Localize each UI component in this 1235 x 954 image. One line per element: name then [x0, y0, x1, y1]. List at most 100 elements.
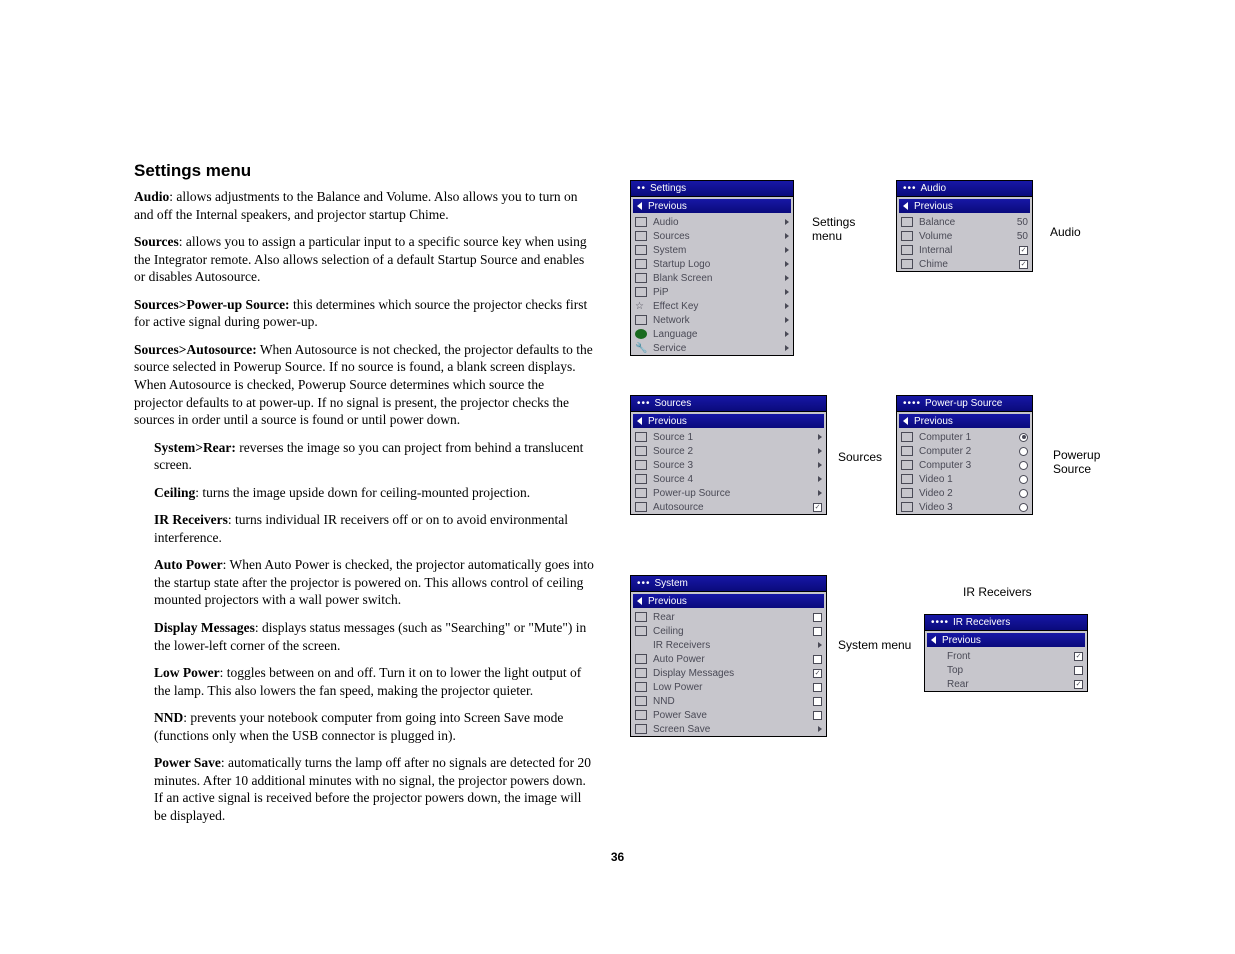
menu-item[interactable]: IR Receivers [631, 638, 826, 652]
caption-audio: Audio [1050, 225, 1081, 239]
checkbox[interactable]: ✓ [1019, 260, 1028, 269]
radio[interactable] [1019, 503, 1028, 512]
menu-item[interactable]: Power-up Source [631, 486, 826, 500]
menu-item[interactable]: Top [925, 663, 1087, 677]
menu-item[interactable]: PiP [631, 285, 793, 299]
menu-item[interactable]: Internal✓ [897, 243, 1032, 257]
menu-item[interactable]: Low Power [631, 680, 826, 694]
menu-item[interactable]: Front✓ [925, 649, 1087, 663]
effect-icon: ☆ [635, 301, 647, 311]
left-arrow-icon [903, 202, 908, 210]
arrow-icon [785, 261, 789, 267]
page-title: Settings menu [134, 160, 594, 182]
menu-item[interactable]: Auto Power [631, 652, 826, 666]
menu-item[interactable]: Source 4 [631, 472, 826, 486]
messages-icon [635, 668, 647, 678]
radio[interactable] [1019, 489, 1028, 498]
powersave-icon [635, 710, 647, 720]
menu-item[interactable]: Source 2 [631, 444, 826, 458]
menu-item[interactable]: Autosource✓ [631, 500, 826, 514]
menu-item[interactable]: Computer 1 [897, 430, 1032, 444]
checkbox[interactable] [813, 655, 822, 664]
previous-item[interactable]: Previous [633, 594, 824, 608]
menu-item[interactable]: Screen Save [631, 722, 826, 736]
arrow-icon [818, 434, 822, 440]
menu-item[interactable]: Audio [631, 215, 793, 229]
left-arrow-icon [637, 202, 642, 210]
network-icon [635, 315, 647, 325]
menu-item[interactable]: Display Messages✓ [631, 666, 826, 680]
logo-icon [635, 259, 647, 269]
radio[interactable] [1019, 475, 1028, 484]
menu-item[interactable]: NND [631, 694, 826, 708]
page-number: 36 [0, 850, 1235, 864]
menu-item[interactable]: Ceiling [631, 624, 826, 638]
menu-item[interactable]: Blank Screen [631, 271, 793, 285]
menu-item[interactable]: Startup Logo [631, 257, 793, 271]
checkbox[interactable]: ✓ [1074, 680, 1083, 689]
checkbox[interactable] [813, 627, 822, 636]
arrow-icon [785, 233, 789, 239]
menu-item[interactable]: Source 1 [631, 430, 826, 444]
caption-sources: Sources [838, 450, 882, 464]
video-icon [901, 474, 913, 484]
menu-item[interactable]: Sources [631, 229, 793, 243]
checkbox[interactable]: ✓ [813, 503, 822, 512]
source-icon [635, 446, 647, 456]
autosource-icon [635, 502, 647, 512]
video-icon [901, 488, 913, 498]
arrow-icon [818, 726, 822, 732]
menu-item[interactable]: Video 1 [897, 472, 1032, 486]
checkbox[interactable] [813, 697, 822, 706]
menu-item[interactable]: Balance50 [897, 215, 1032, 229]
checkbox[interactable] [813, 683, 822, 692]
arrow-icon [818, 490, 822, 496]
arrow-icon [818, 642, 822, 648]
arrow-icon [785, 317, 789, 323]
menu-item[interactable]: Video 2 [897, 486, 1032, 500]
menu-item[interactable]: 🔧Service [631, 341, 793, 355]
previous-item[interactable]: Previous [927, 633, 1085, 647]
checkbox[interactable] [813, 711, 822, 720]
left-arrow-icon [903, 417, 908, 425]
balance-icon [901, 217, 913, 227]
checkbox[interactable]: ✓ [1019, 246, 1028, 255]
menu-item[interactable]: System [631, 243, 793, 257]
menu-item[interactable]: Rear [631, 610, 826, 624]
powerup-icon [635, 488, 647, 498]
previous-item[interactable]: Previous [633, 199, 791, 213]
source-icon [635, 474, 647, 484]
menu-item[interactable]: Computer 3 [897, 458, 1032, 472]
ir-menu-panel: ••••IR Receivers Previous Front✓ Top Rea… [924, 614, 1088, 692]
radio[interactable] [1019, 447, 1028, 456]
sources-menu-panel: •••Sources Previous Source 1 Source 2 So… [630, 395, 827, 515]
arrow-icon [818, 448, 822, 454]
nnd-icon [635, 696, 647, 706]
pip-icon [635, 287, 647, 297]
menu-item[interactable]: Source 3 [631, 458, 826, 472]
menu-item[interactable]: Chime✓ [897, 257, 1032, 271]
lowpower-icon [635, 682, 647, 692]
menu-item[interactable]: Network [631, 313, 793, 327]
menu-item[interactable]: Computer 2 [897, 444, 1032, 458]
source-icon [635, 432, 647, 442]
radio[interactable] [1019, 461, 1028, 470]
video-icon [901, 502, 913, 512]
checkbox[interactable] [1074, 666, 1083, 675]
menu-item[interactable]: ☆Effect Key [631, 299, 793, 313]
previous-item[interactable]: Previous [899, 199, 1030, 213]
menu-item[interactable]: Rear✓ [925, 677, 1087, 691]
menu-item[interactable]: Video 3 [897, 500, 1032, 514]
checkbox[interactable] [813, 613, 822, 622]
checkbox[interactable]: ✓ [813, 669, 822, 678]
previous-item[interactable]: Previous [899, 414, 1030, 428]
caption-settings: Settings menu [812, 215, 872, 243]
checkbox[interactable]: ✓ [1074, 652, 1083, 661]
menu-item[interactable]: Language [631, 327, 793, 341]
radio[interactable] [1019, 433, 1028, 442]
menu-item[interactable]: Power Save [631, 708, 826, 722]
arrow-icon [785, 219, 789, 225]
menu-item[interactable]: Volume50 [897, 229, 1032, 243]
source-icon [635, 460, 647, 470]
previous-item[interactable]: Previous [633, 414, 824, 428]
